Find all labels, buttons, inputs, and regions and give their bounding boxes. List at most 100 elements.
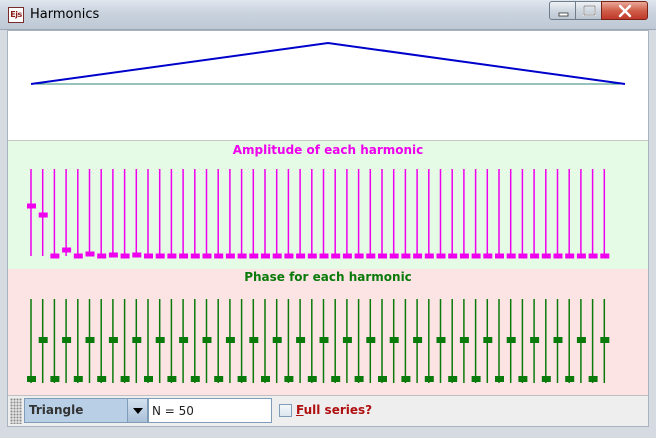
phase-slider-handle[interactable] <box>307 376 317 382</box>
amplitude-slider-handle[interactable] <box>27 203 36 209</box>
phase-slider-handle[interactable] <box>296 337 306 343</box>
amplitude-slider-handle[interactable] <box>190 253 200 259</box>
amplitude-slider-handle[interactable] <box>389 253 399 259</box>
amplitude-slider-handle[interactable] <box>307 253 317 259</box>
phase-slider-handle[interactable] <box>506 337 516 343</box>
phase-slider-handle[interactable] <box>600 337 610 343</box>
amplitude-slider-handle[interactable] <box>108 252 118 258</box>
phase-slider-handle[interactable] <box>132 337 142 343</box>
amplitude-slider-handle[interactable] <box>565 253 575 259</box>
phase-slider-handle[interactable] <box>167 376 177 382</box>
amplitude-slider-handle[interactable] <box>237 253 247 259</box>
amplitude-slider-handle[interactable] <box>401 253 411 259</box>
phase-slider-handle[interactable] <box>576 337 586 343</box>
phase-slider-handle[interactable] <box>272 337 282 343</box>
phase-slider-handle[interactable] <box>588 376 598 382</box>
amplitude-slider-handle[interactable] <box>366 253 376 259</box>
amplitude-slider-handle[interactable] <box>424 253 434 259</box>
amplitude-slider-handle[interactable] <box>296 253 306 259</box>
amplitude-slider-handle[interactable] <box>378 253 387 259</box>
phase-slider-handle[interactable] <box>62 337 72 343</box>
amplitude-slider-handle[interactable] <box>261 253 270 259</box>
phase-slider-handle[interactable] <box>97 376 107 382</box>
amplitude-slider-handle[interactable] <box>167 253 177 259</box>
amplitude-slider-handle[interactable] <box>459 253 469 259</box>
phase-slider-handle[interactable] <box>155 337 165 343</box>
phase-slider-handle[interactable] <box>38 337 48 343</box>
title-bar[interactable]: Ejs Harmonics <box>0 0 656 30</box>
amplitude-slider-handle[interactable] <box>120 253 130 259</box>
phase-slider-handle[interactable] <box>120 376 130 382</box>
amplitude-slider-handle[interactable] <box>38 212 48 218</box>
phase-slider-handle[interactable] <box>85 337 95 343</box>
phase-slider-handle[interactable] <box>436 337 446 343</box>
phase-slider-handle[interactable] <box>331 376 341 382</box>
wave-type-dropdown-button[interactable] <box>127 399 147 422</box>
n-field[interactable]: N = 50 <box>148 398 272 423</box>
phase-slider-handle[interactable] <box>448 376 458 382</box>
phase-slider-handle[interactable] <box>144 376 153 382</box>
full-series-checkbox[interactable] <box>279 404 292 417</box>
minimize-button[interactable] <box>549 1 576 20</box>
phase-slider-handle[interactable] <box>518 376 528 382</box>
phase-slider-handle[interactable] <box>50 376 60 382</box>
amplitude-slider-handle[interactable] <box>214 253 224 259</box>
amplitude-slider-handle[interactable] <box>155 253 165 259</box>
maximize-button[interactable] <box>575 1 602 20</box>
amplitude-slider-handle[interactable] <box>225 253 235 259</box>
amplitude-slider-handle[interactable] <box>97 253 107 259</box>
amplitude-slider-handle[interactable] <box>319 253 329 259</box>
amplitude-slider-handle[interactable] <box>588 253 598 259</box>
phase-slider-handle[interactable] <box>108 337 118 343</box>
amplitude-slider-handle[interactable] <box>448 253 458 259</box>
phase-slider-handle[interactable] <box>342 337 352 343</box>
amplitude-slider-handle[interactable] <box>530 253 540 259</box>
amplitude-slider-handle[interactable] <box>506 253 516 259</box>
phase-slider-handle[interactable] <box>179 337 189 343</box>
phase-slider-handle[interactable] <box>553 337 563 343</box>
amplitude-slider-handle[interactable] <box>600 253 610 259</box>
amplitude-slider-handle[interactable] <box>132 252 142 258</box>
amplitude-slider-handle[interactable] <box>179 253 189 259</box>
phase-slider-handle[interactable] <box>190 376 200 382</box>
amplitude-slider-handle[interactable] <box>249 253 259 259</box>
amplitude-slider-handle[interactable] <box>471 253 481 259</box>
phase-slider-handle[interactable] <box>73 376 83 382</box>
amplitude-slider-handle[interactable] <box>436 253 446 259</box>
amplitude-slider-handle[interactable] <box>73 253 83 259</box>
phase-slider-handle[interactable] <box>319 337 329 343</box>
phase-slider-handle[interactable] <box>389 337 399 343</box>
wave-type-select[interactable]: Triangle <box>24 398 148 423</box>
amplitude-slider-handle[interactable] <box>331 253 341 259</box>
phase-slider-handle[interactable] <box>284 376 294 382</box>
phase-slider-handle[interactable] <box>378 376 387 382</box>
phase-slider-handle[interactable] <box>413 337 423 343</box>
amplitude-slider-handle[interactable] <box>576 253 586 259</box>
close-button[interactable] <box>601 1 648 20</box>
phase-slider-handle[interactable] <box>459 337 469 343</box>
phase-slider-handle[interactable] <box>471 376 481 382</box>
amplitude-slider-handle[interactable] <box>483 253 493 259</box>
amplitude-slider-handle[interactable] <box>284 253 294 259</box>
amplitude-slider-handle[interactable] <box>495 253 504 259</box>
phase-slider-handle[interactable] <box>424 376 434 382</box>
amplitude-slider-handle[interactable] <box>413 253 423 259</box>
phase-slider-handle[interactable] <box>366 337 376 343</box>
phase-slider-handle[interactable] <box>202 337 212 343</box>
amplitude-slider-handle[interactable] <box>553 253 563 259</box>
phase-slider-handle[interactable] <box>401 376 411 382</box>
amplitude-slider-handle[interactable] <box>144 253 153 259</box>
phase-slider-handle[interactable] <box>27 376 36 382</box>
phase-slider-handle[interactable] <box>225 337 235 343</box>
amplitude-slider-handle[interactable] <box>272 253 282 259</box>
phase-slider-handle[interactable] <box>495 376 504 382</box>
amplitude-slider-handle[interactable] <box>342 253 352 259</box>
phase-slider-handle[interactable] <box>530 337 540 343</box>
amplitude-slider-handle[interactable] <box>62 247 72 253</box>
amplitude-slider-handle[interactable] <box>202 253 212 259</box>
phase-slider-handle[interactable] <box>261 376 270 382</box>
phase-slider-handle[interactable] <box>565 376 575 382</box>
phase-slider-handle[interactable] <box>249 337 259 343</box>
harmonic-sliders[interactable] <box>8 141 648 395</box>
phase-slider-handle[interactable] <box>237 376 247 382</box>
